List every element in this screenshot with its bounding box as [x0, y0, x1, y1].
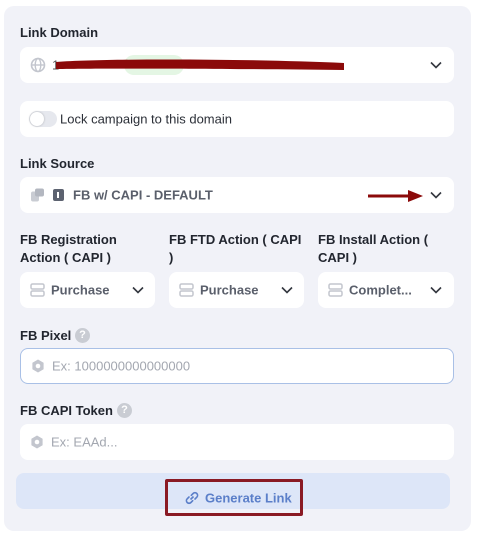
- redaction-mark: [56, 55, 344, 75]
- fb-pixel-help-icon[interactable]: ?: [75, 328, 90, 343]
- fb-registration-action-label-line1: FB Registration: [20, 232, 117, 247]
- link-source-value: FB w/ CAPI - DEFAULT: [73, 187, 213, 203]
- gear-icon: [32, 359, 44, 373]
- fb-ftd-action-value: Purchase: [200, 282, 259, 298]
- fb-install-action-label-line2: CAPI ): [318, 250, 357, 265]
- chevron-down-icon: [281, 286, 293, 294]
- link-domain-select[interactable]: 1: [20, 47, 454, 83]
- link-source-label: Link Source: [20, 156, 95, 171]
- fb-pixel-label: FB Pixel: [20, 328, 72, 343]
- fb-ftd-action-select[interactable]: Purchase: [169, 272, 304, 308]
- lock-campaign-row: Lock campaign to this domain: [20, 101, 454, 137]
- chevron-down-icon: [430, 286, 442, 294]
- generate-link-button[interactable]: Generate Link: [165, 479, 303, 516]
- link-icon: [185, 491, 199, 504]
- fb-registration-action-label-line2: Action ( CAPI ): [20, 250, 111, 265]
- gear-icon: [31, 435, 43, 449]
- fb-install-action-select[interactable]: Complet...: [318, 272, 454, 308]
- door-icon: [53, 189, 64, 201]
- lock-campaign-toggle[interactable]: [29, 111, 57, 127]
- link-domain-label: Link Domain: [20, 25, 99, 40]
- fb-registration-action-select[interactable]: Purchase: [20, 272, 155, 308]
- fb-ftd-action-label: FB FTD Action ( CAPI ): [169, 231, 301, 267]
- fb-install-action-label: FB Install Action ( CAPI ): [318, 231, 428, 267]
- fb-capi-token-label: FB CAPI Token: [20, 403, 113, 418]
- fb-install-action-label-line1: FB Install Action (: [318, 232, 429, 247]
- fb-pixel-placeholder: Ex: 1000000000000000: [52, 358, 191, 374]
- generate-link-label: Generate Link: [205, 490, 292, 505]
- fb-capi-token-placeholder: Ex: EAAd...: [51, 434, 118, 450]
- fb-pixel-input[interactable]: Ex: 1000000000000000: [20, 348, 454, 384]
- list-icon: [328, 283, 343, 297]
- chevron-down-icon: [430, 191, 442, 199]
- fb-capi-token-input[interactable]: Ex: EAAd...: [20, 424, 454, 460]
- chevron-down-icon: [430, 61, 442, 69]
- link-source-select[interactable]: FB w/ CAPI - DEFAULT: [20, 177, 454, 213]
- link-source-icon: [31, 188, 44, 202]
- chevron-down-icon: [132, 286, 144, 294]
- globe-icon: [30, 57, 46, 73]
- fb-install-action-value: Complet...: [349, 282, 412, 298]
- fb-ftd-action-label-line1: FB FTD Action ( CAPI: [169, 232, 302, 247]
- fb-registration-action-value: Purchase: [51, 282, 110, 298]
- toggle-knob: [30, 112, 44, 126]
- fb-registration-action-label: FB Registration Action ( CAPI ): [20, 231, 117, 267]
- list-icon: [179, 283, 194, 297]
- fb-capi-token-help-icon[interactable]: ?: [117, 403, 132, 418]
- fb-ftd-action-label-line2: ): [169, 250, 174, 265]
- red-arrow-annotation: [368, 190, 423, 202]
- list-icon: [30, 283, 45, 297]
- lock-campaign-label: Lock campaign to this domain: [60, 111, 232, 127]
